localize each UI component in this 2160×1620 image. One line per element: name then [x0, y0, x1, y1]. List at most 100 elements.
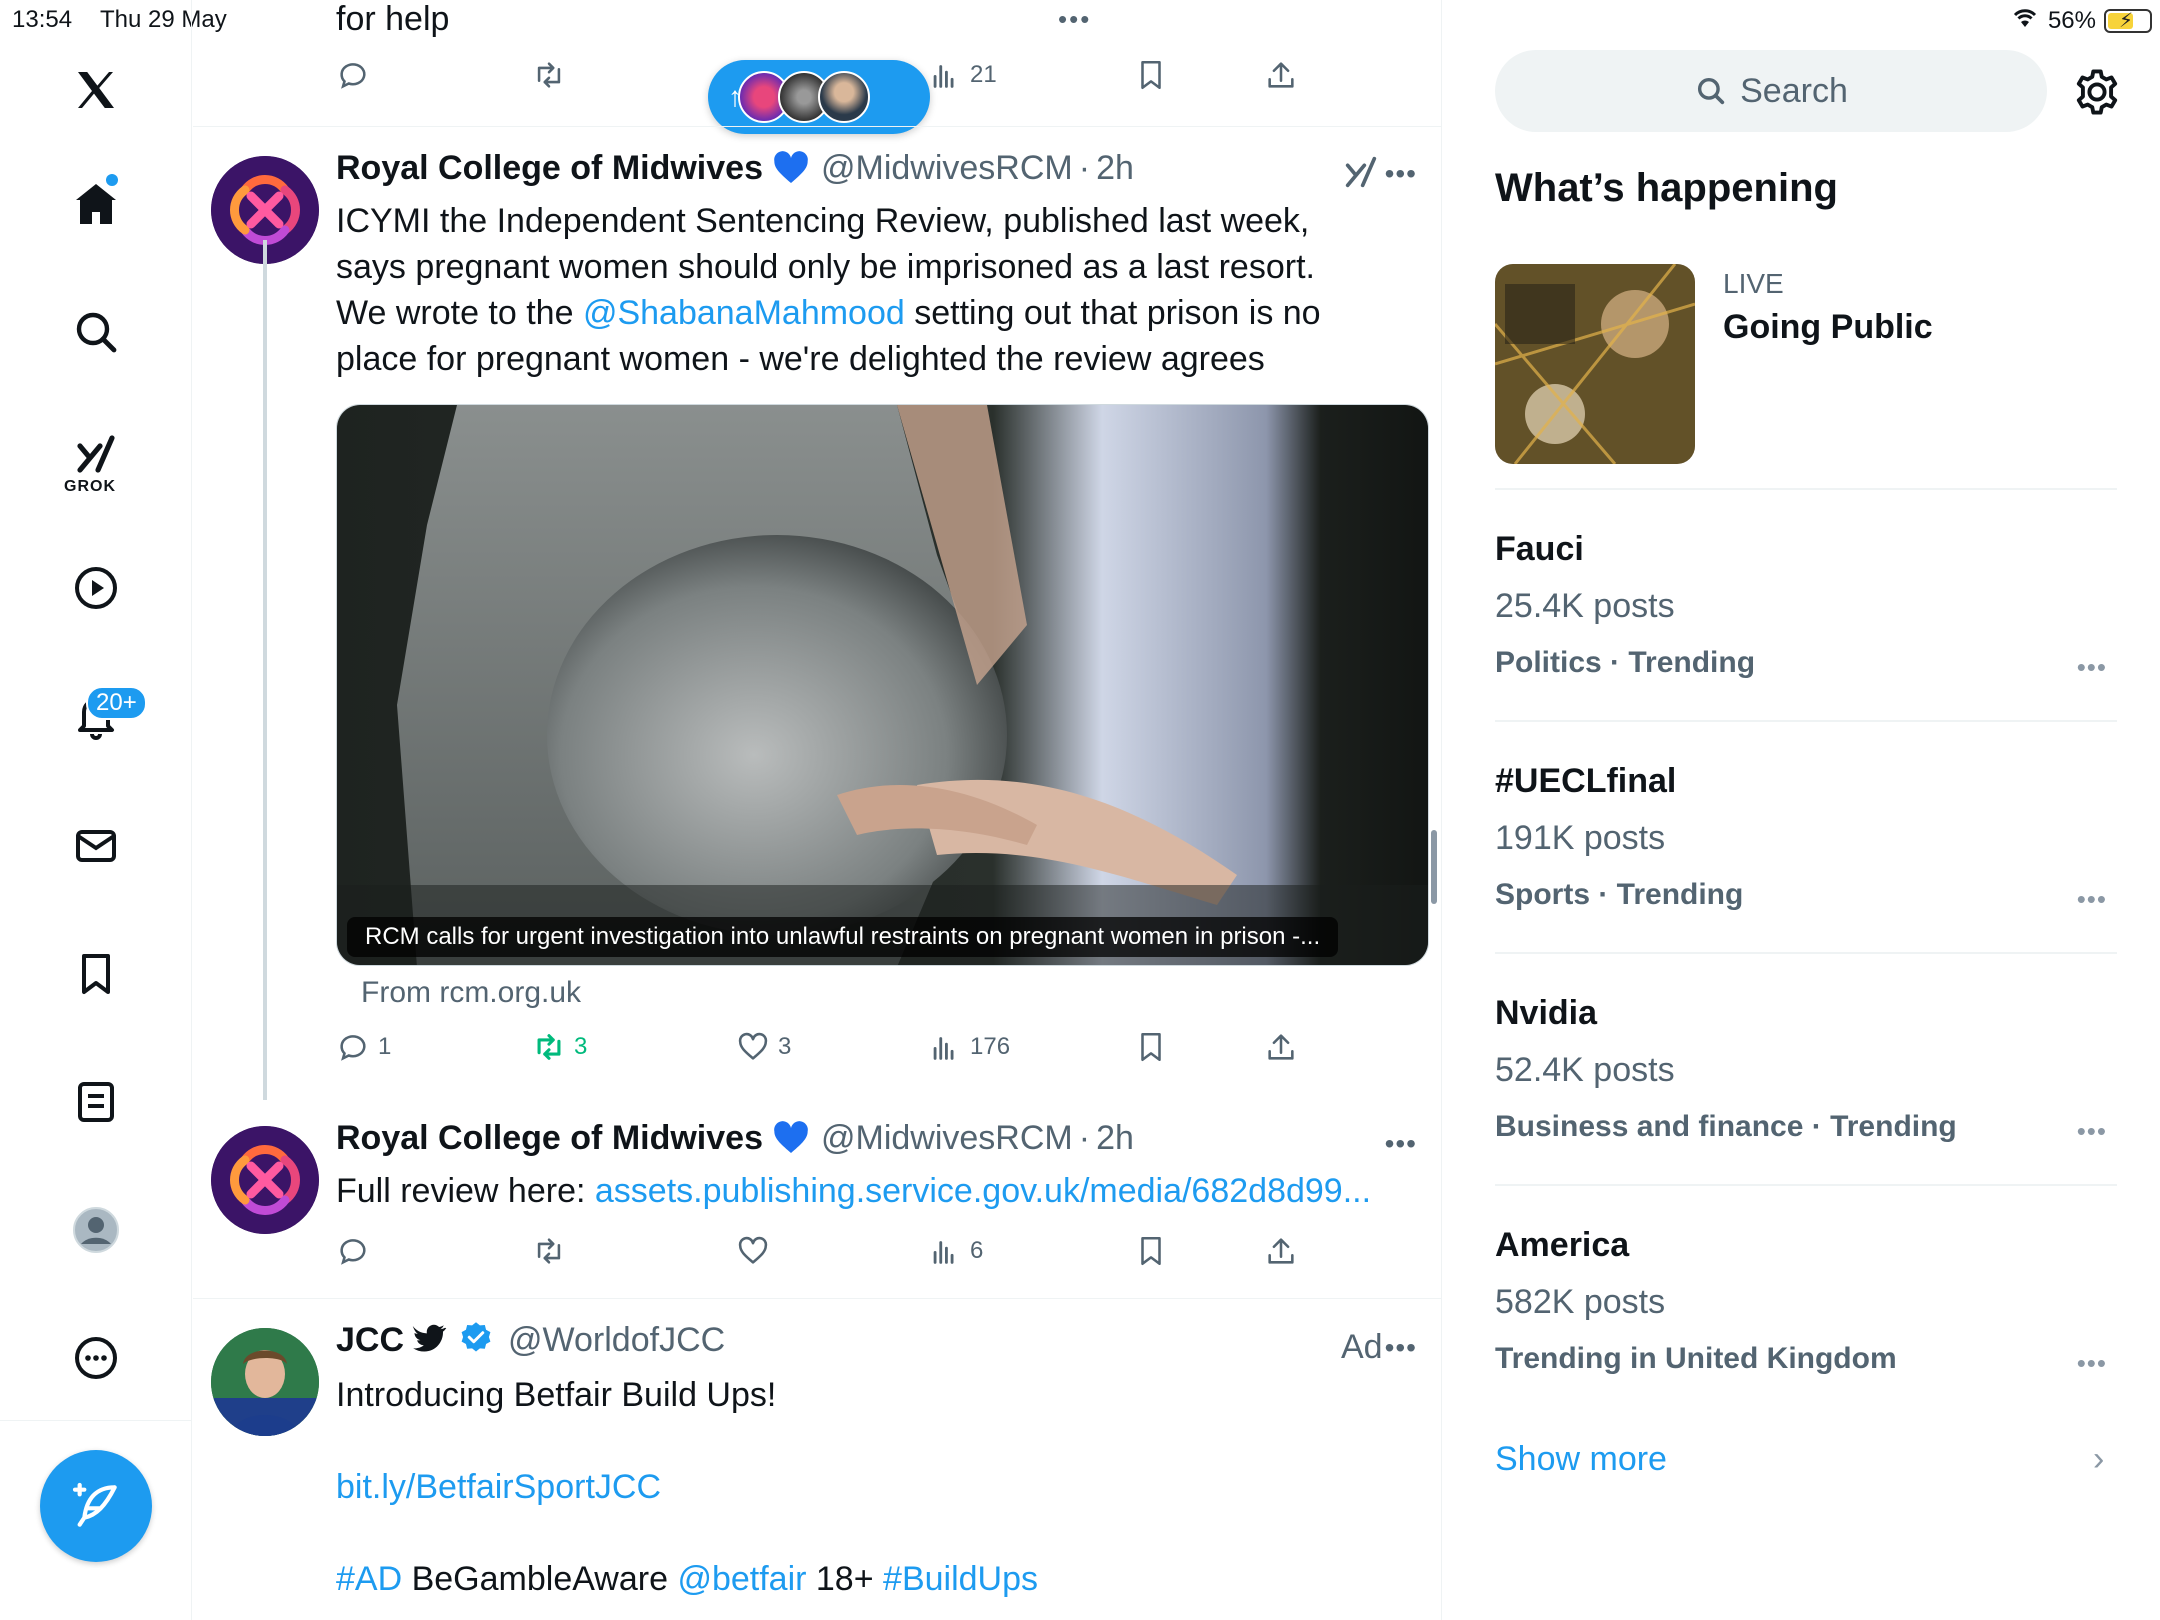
post-actions: 6	[336, 1234, 1336, 1284]
like-button[interactable]	[736, 1234, 770, 1268]
post-text-part: Full review here:	[336, 1172, 595, 1210]
bookmark-button[interactable]	[1134, 1030, 1168, 1064]
repost-button[interactable]: 3	[532, 1030, 587, 1064]
trend-category: Trending in United Kingdom	[1495, 1342, 1897, 1375]
ad-label: Ad	[1341, 1328, 1383, 1366]
trend-more-icon[interactable]: •••	[2077, 1116, 2107, 1147]
author-handle[interactable]: @MidwivesRCM	[821, 1119, 1073, 1158]
live-event-image[interactable]	[1495, 264, 1695, 464]
whats-happening-heading: What’s happening	[1495, 166, 1838, 210]
repost-button[interactable]	[532, 1234, 566, 1268]
bookmark-button[interactable]	[1134, 58, 1168, 92]
author-name[interactable]: Royal College of Midwives	[336, 149, 763, 188]
hashtag-link[interactable]: #BuildUps	[883, 1560, 1038, 1598]
trend-name: Fauci	[1495, 530, 1584, 568]
settings-gear-icon[interactable]	[2071, 66, 2123, 118]
reply-count: 1	[378, 1033, 392, 1060]
post-time[interactable]: 2h	[1096, 1119, 1134, 1158]
trend-divider	[1495, 720, 2117, 722]
reply-button[interactable]	[336, 1234, 370, 1268]
post-more-icon[interactable]: •••	[1385, 1128, 1417, 1160]
search-icon[interactable]	[66, 302, 126, 362]
trend-more-icon[interactable]: •••	[2077, 652, 2107, 683]
ad-url-link[interactable]: bit.ly/BetfairSportJCC	[336, 1468, 661, 1506]
mention-link[interactable]: @ShabanaMahmood	[583, 294, 905, 332]
separator-dot: ·	[1078, 1118, 1091, 1157]
external-link[interactable]: assets.publishing.service.gov.uk/media/6…	[595, 1172, 1371, 1210]
reply-icon	[340, 63, 366, 89]
live-event-title[interactable]: Going Public	[1723, 308, 1933, 347]
link-card-image[interactable]: RCM calls for urgent investigation into …	[336, 404, 1429, 966]
post-time[interactable]: 2h	[1096, 149, 1134, 188]
author-handle[interactable]: @MidwivesRCM	[821, 149, 1073, 188]
ad-link: bit.ly/BetfairSportJCC	[336, 1464, 1336, 1510]
reply-button[interactable]	[336, 58, 370, 92]
views-button[interactable]: 176	[928, 1030, 1010, 1064]
trend-item[interactable]: America 582K posts Trending in United Ki…	[1495, 1226, 2117, 1379]
show-more-link[interactable]: Show more	[1495, 1440, 1667, 1479]
views-icon	[933, 65, 954, 88]
more-options-icon[interactable]	[66, 1328, 126, 1388]
post-divider	[193, 1298, 1441, 1299]
bookmark-icon	[1141, 1236, 1161, 1266]
repost-button[interactable]	[532, 58, 566, 92]
jcc-avatar[interactable]	[211, 1328, 319, 1436]
scrollbar-thumb[interactable]	[1431, 830, 1437, 904]
compose-post-button[interactable]	[40, 1450, 152, 1562]
search-placeholder: Search	[1740, 71, 1848, 110]
profile-avatar-icon[interactable]	[66, 1200, 126, 1260]
messages-envelope-icon[interactable]	[66, 816, 126, 876]
live-tag: LIVE	[1723, 268, 1784, 299]
share-button[interactable]	[1264, 1030, 1298, 1064]
new-posts-pill[interactable]: ↑	[708, 60, 930, 134]
mention-link[interactable]: @betfair	[677, 1560, 806, 1598]
author-name[interactable]: Royal College of Midwives	[336, 1119, 763, 1158]
notifications-badge: 20+	[86, 686, 147, 720]
like-button[interactable]: 3	[736, 1030, 791, 1064]
trend-name: Nvidia	[1495, 994, 1598, 1032]
trend-divider	[1495, 488, 2117, 490]
nav-divider	[0, 1420, 192, 1421]
author-handle[interactable]: @WorldofJCC	[508, 1321, 725, 1360]
grok-explain-icon[interactable]	[1341, 152, 1381, 197]
share-icon	[1268, 62, 1294, 88]
post-text-line: #AD BeGambleAware @betfair 18+ #BuildUps	[336, 1556, 1336, 1602]
link-source[interactable]: From rcm.org.uk	[361, 976, 581, 1010]
repost-icon	[537, 1238, 561, 1264]
post-more-icon[interactable]: •••	[1385, 1332, 1417, 1364]
blue-heart-icon	[771, 148, 811, 188]
bookmark-button[interactable]	[1134, 1234, 1168, 1268]
trend-name: America	[1495, 1226, 1630, 1264]
trend-item[interactable]: #UECLfinal 191K posts Sports · Trending …	[1495, 762, 2117, 915]
bird-icon	[412, 1320, 452, 1360]
trend-post-count: 52.4K posts	[1495, 1051, 1675, 1089]
grok-icon[interactable]	[66, 424, 126, 484]
views-button[interactable]: 6	[928, 1234, 983, 1268]
share-button[interactable]	[1264, 1234, 1298, 1268]
rcm-avatar[interactable]	[211, 1126, 319, 1234]
video-play-icon[interactable]	[66, 558, 126, 618]
bookmarks-icon[interactable]	[66, 944, 126, 1004]
left-navigation: GROK 20+	[0, 0, 192, 1620]
views-icon	[933, 1037, 954, 1060]
trend-more-icon[interactable]: •••	[2077, 1348, 2107, 1379]
heart-icon	[738, 1032, 768, 1060]
trend-item[interactable]: Nvidia 52.4K posts Business and finance …	[1495, 994, 2117, 1147]
post-more-icon[interactable]: •••	[1385, 158, 1417, 190]
views-count: 176	[970, 1033, 1011, 1060]
trend-more-icon[interactable]: •••	[2077, 884, 2107, 915]
views-button[interactable]: 21	[928, 58, 997, 92]
author-name[interactable]: JCC	[336, 1321, 404, 1360]
trend-category: Business and finance · Trending	[1495, 1110, 1957, 1143]
lists-icon[interactable]	[66, 1072, 126, 1132]
grok-label: GROK	[64, 478, 116, 495]
search-input[interactable]: Search	[1495, 50, 2047, 132]
trend-item[interactable]: Fauci 25.4K posts Politics · Trending ••…	[1495, 530, 2117, 683]
repost-icon	[537, 62, 561, 88]
x-logo-icon[interactable]	[66, 60, 126, 120]
hashtag-link[interactable]: #AD	[336, 1560, 402, 1598]
post-text-line: Introducing Betfair Build Ups!	[336, 1376, 777, 1414]
reply-button[interactable]: 1	[336, 1030, 391, 1064]
share-button[interactable]	[1264, 58, 1298, 92]
bookmark-icon	[1141, 60, 1161, 90]
